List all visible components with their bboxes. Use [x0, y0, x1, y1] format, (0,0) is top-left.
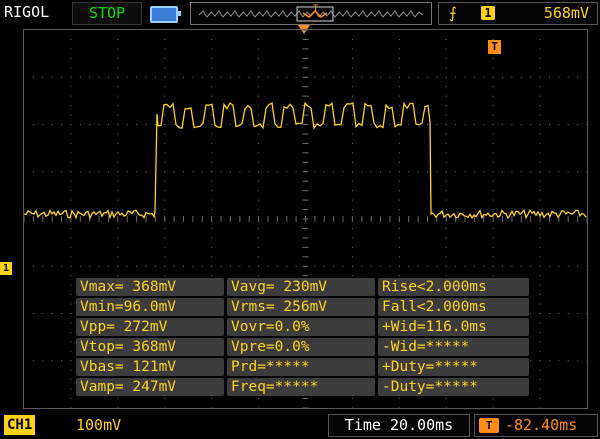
svg-text:T: T: [313, 4, 319, 14]
meas-row: Vamp= 247mV Freq=***** -Duty=*****: [76, 378, 532, 396]
meas-neg-width: -Wid=*****: [378, 338, 529, 356]
meas-vbase: Vbas= 121mV: [76, 358, 224, 376]
channel1-offset-marker[interactable]: 1: [0, 262, 12, 275]
meas-vpre: Vpre=0.0%: [227, 338, 375, 356]
measurement-panel: Vmax= 368mV Vavg= 230mV Rise<2.000ms Vmi…: [76, 278, 532, 398]
meas-pos-width: +Wid=116.0ms: [378, 318, 529, 336]
rising-edge-icon: ⨍: [449, 4, 457, 22]
meas-pos-duty: +Duty=*****: [378, 358, 529, 376]
trigger-level: 568mV: [543, 4, 589, 22]
trigger-info[interactable]: ⨍ 1 568mV: [438, 2, 598, 25]
meas-fall: Fall<2.000ms: [378, 298, 529, 316]
top-status-bar: RIGOL STOP T ⨍ 1 568mV: [0, 0, 600, 26]
meas-vtop: Vtop= 368mV: [76, 338, 224, 356]
meas-neg-duty: -Duty=*****: [378, 378, 529, 396]
meas-row: Vmax= 368mV Vavg= 230mV Rise<2.000ms: [76, 278, 532, 296]
timebase-readout[interactable]: Time 20.00ms: [328, 414, 470, 437]
bottom-status-bar: CH1 100mV Time 20.00ms T -82.40ms: [0, 412, 600, 439]
meas-row: Vtop= 368mV Vpre=0.0% -Wid=*****: [76, 338, 532, 356]
meas-vpp: Vpp= 272mV: [76, 318, 224, 336]
trigger-level-marker[interactable]: T: [488, 40, 501, 54]
trigger-offset-icon: T: [479, 418, 499, 433]
meas-vavg: Vavg= 230mV: [227, 278, 375, 296]
channel1-scale: 100mV: [76, 416, 122, 434]
channel1-button[interactable]: CH1: [4, 415, 36, 435]
meas-rise: Rise<2.000ms: [378, 278, 529, 296]
meas-period: Prd=*****: [227, 358, 375, 376]
brand-logo: RIGOL: [4, 3, 50, 21]
run-stop-status[interactable]: STOP: [72, 2, 142, 25]
battery-icon: [150, 6, 181, 23]
meas-vovr: Vovr=0.0%: [227, 318, 375, 336]
meas-row: Vpp= 272mV Vovr=0.0% +Wid=116.0ms: [76, 318, 532, 336]
meas-row: Vbas= 121mV Prd=***** +Duty=*****: [76, 358, 532, 376]
meas-vamp: Vamp= 247mV: [76, 378, 224, 396]
meas-freq: Freq=*****: [227, 378, 375, 396]
trigger-offset-value: -82.40ms: [505, 416, 578, 434]
meas-vmin: Vmin=96.0mV: [76, 298, 224, 316]
trigger-offset-readout[interactable]: T -82.40ms: [474, 414, 598, 437]
meas-row: Vmin=96.0mV Vrms= 256mV Fall<2.000ms: [76, 298, 532, 316]
meas-vrms: Vrms= 256mV: [227, 298, 375, 316]
meas-vmax: Vmax= 368mV: [76, 278, 224, 296]
memory-overview[interactable]: T: [190, 2, 432, 25]
trigger-source: 1: [481, 6, 495, 20]
